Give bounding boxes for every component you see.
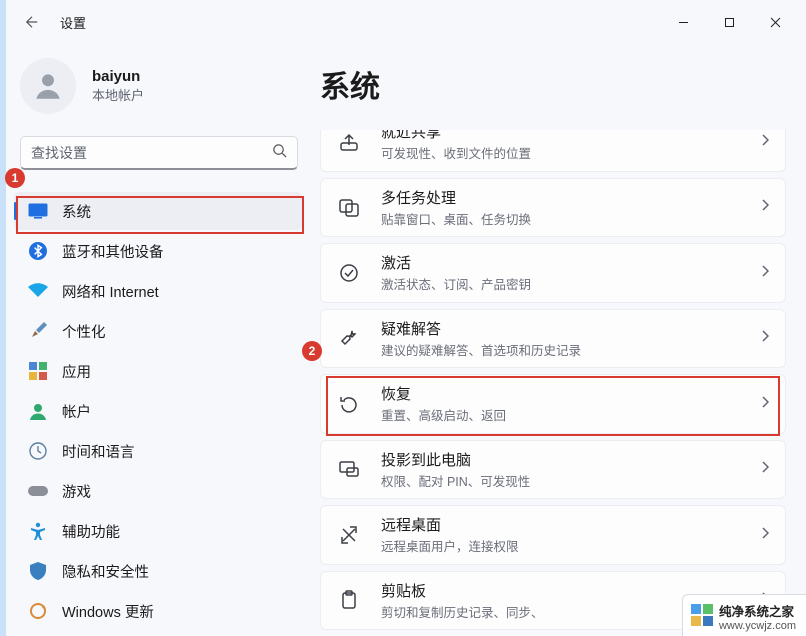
share-icon: [337, 130, 361, 154]
person-icon: [31, 69, 65, 103]
remote-icon: [337, 523, 361, 547]
watermark-logo-icon: [691, 604, 713, 626]
window-minimize[interactable]: [660, 6, 706, 38]
brush-icon: [28, 321, 48, 341]
desktop-edge-strip: [0, 0, 6, 636]
nav-label: 游戏: [62, 481, 91, 502]
chevron-right-icon: [761, 395, 769, 413]
nav-label: 隐私和安全性: [62, 561, 149, 582]
row-title: 就近共享: [381, 130, 761, 142]
shield-icon: [28, 561, 48, 581]
setting-row-troubleshoot[interactable]: 疑难解答 建议的疑难解答、首选项和历史记录: [320, 309, 786, 369]
chevron-right-icon: [761, 264, 769, 282]
search-box[interactable]: [20, 136, 298, 170]
row-sub: 激活状态、订阅、产品密钥: [381, 274, 761, 293]
setting-row-recovery[interactable]: 恢复 重置、高级启动、返回: [320, 374, 786, 434]
maximize-icon: [724, 17, 735, 28]
watermark-title: 纯净系统之家: [719, 601, 796, 620]
account-icon: [28, 401, 48, 421]
sidebar-item-network[interactable]: 网络和 Internet: [14, 272, 302, 310]
setting-row-nearby-share[interactable]: 就近共享 可发现性、收到文件的位置: [320, 130, 786, 172]
update-icon: [28, 601, 48, 621]
nav-label: Windows 更新: [62, 601, 154, 622]
search-input[interactable]: [31, 145, 272, 161]
setting-row-remote-desktop[interactable]: 远程桌面 远程桌面用户，连接权限: [320, 505, 786, 565]
row-title: 远程桌面: [381, 514, 761, 535]
avatar: [20, 58, 76, 114]
sidebar-item-bluetooth[interactable]: 蓝牙和其他设备: [14, 232, 302, 270]
sidebar-item-accessibility[interactable]: 辅助功能: [14, 512, 302, 550]
chevron-right-icon: [761, 198, 769, 216]
nav-label: 蓝牙和其他设备: [62, 241, 164, 262]
sidebar-nav: 系统 蓝牙和其他设备 网络和 Internet 个性化 应用 帐户: [14, 192, 310, 630]
nav-label: 系统: [62, 201, 91, 222]
profile-subtitle: 本地帐户: [92, 85, 144, 104]
nav-label: 帐户: [62, 401, 91, 422]
minimize-icon: [678, 17, 689, 28]
row-sub: 贴靠窗口、桌面、任务切换: [381, 209, 761, 228]
chevron-right-icon: [761, 329, 769, 347]
multitask-icon: [337, 195, 361, 219]
row-sub: 重置、高级启动、返回: [381, 405, 761, 424]
sidebar-item-update[interactable]: Windows 更新: [14, 592, 302, 630]
page-title: 系统: [320, 62, 786, 106]
sidebar-item-personalization[interactable]: 个性化: [14, 312, 302, 350]
row-sub: 可发现性、收到文件的位置: [381, 143, 761, 162]
close-icon: [770, 17, 781, 28]
sidebar-item-gaming[interactable]: 游戏: [14, 472, 302, 510]
row-title: 恢复: [381, 383, 761, 404]
row-title: 投影到此电脑: [381, 449, 761, 470]
row-sub: 远程桌面用户，连接权限: [381, 536, 761, 555]
project-icon: [337, 457, 361, 481]
titlebar: 设置: [0, 0, 806, 44]
search-icon: [272, 143, 287, 163]
row-sub: 建议的疑难解答、首选项和历史记录: [381, 340, 761, 359]
recovery-icon: [337, 392, 361, 416]
nav-label: 应用: [62, 361, 91, 382]
row-title: 激活: [381, 252, 761, 273]
watermark: 纯净系统之家 www.ycwjz.com: [682, 594, 806, 636]
nav-label: 网络和 Internet: [62, 281, 159, 302]
clock-globe-icon: [28, 441, 48, 461]
annotation-callout-1: 1: [5, 168, 25, 188]
back-arrow-icon: [25, 15, 39, 29]
accessibility-icon: [28, 521, 48, 541]
sidebar-item-system[interactable]: 系统: [14, 192, 302, 230]
chevron-right-icon: [761, 133, 769, 151]
row-sub: 权限、配对 PIN、可发现性: [381, 471, 761, 490]
bluetooth-icon: [28, 241, 48, 261]
nav-label: 时间和语言: [62, 441, 135, 462]
sidebar-item-time-language[interactable]: 时间和语言: [14, 432, 302, 470]
back-button[interactable]: [16, 6, 48, 38]
profile-name: baiyun: [92, 68, 144, 85]
gamepad-icon: [28, 481, 48, 501]
setting-row-activation[interactable]: 激活 激活状态、订阅、产品密钥: [320, 243, 786, 303]
row-title: 疑难解答: [381, 318, 761, 339]
watermark-url: www.ycwjz.com: [719, 620, 796, 632]
app-title: 设置: [60, 13, 86, 32]
wrench-icon: [337, 326, 361, 350]
window-maximize[interactable]: [706, 6, 752, 38]
setting-row-project[interactable]: 投影到此电脑 权限、配对 PIN、可发现性: [320, 440, 786, 500]
clipboard-icon: [337, 588, 361, 612]
setting-row-multitasking[interactable]: 多任务处理 贴靠窗口、桌面、任务切换: [320, 178, 786, 238]
profile-block[interactable]: baiyun 本地帐户: [14, 58, 310, 114]
nav-label: 辅助功能: [62, 521, 120, 542]
wifi-icon: [28, 281, 48, 301]
sidebar-item-apps[interactable]: 应用: [14, 352, 302, 390]
window-close[interactable]: [752, 6, 798, 38]
apps-icon: [28, 361, 48, 381]
check-circle-icon: [337, 261, 361, 285]
settings-list: 就近共享 可发现性、收到文件的位置 多任务处理 贴靠窗口、桌面、任务切换 激活 …: [320, 130, 786, 630]
annotation-callout-2: 2: [302, 341, 322, 361]
chevron-right-icon: [761, 460, 769, 478]
nav-label: 个性化: [62, 321, 106, 342]
chevron-right-icon: [761, 526, 769, 544]
sidebar-item-accounts[interactable]: 帐户: [14, 392, 302, 430]
display-icon: [28, 201, 48, 221]
sidebar-item-privacy[interactable]: 隐私和安全性: [14, 552, 302, 590]
row-title: 多任务处理: [381, 187, 761, 208]
main-content: 系统 就近共享 可发现性、收到文件的位置 多任务处理 贴靠窗口、桌面、任务切换: [310, 44, 806, 636]
sidebar: baiyun 本地帐户 系统 蓝牙和其他设备 网络和 Internet: [0, 44, 310, 636]
